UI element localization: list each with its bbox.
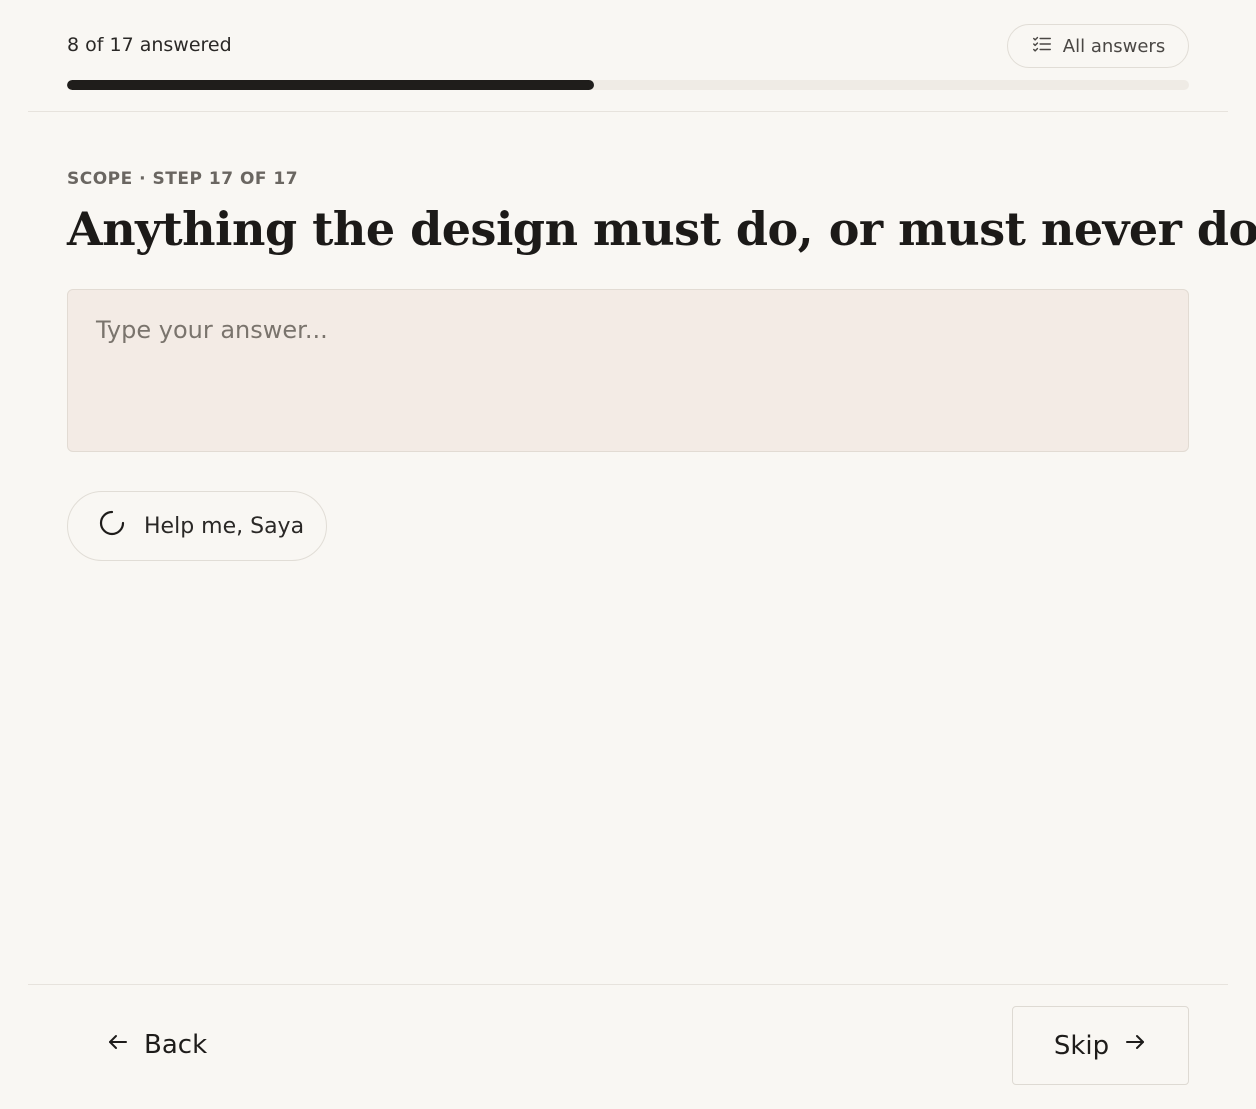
skip-button[interactable]: Skip	[1012, 1006, 1189, 1085]
back-button[interactable]: Back	[106, 1025, 207, 1065]
progress-label: 8 of 17 answered	[67, 34, 232, 56]
answer-textarea[interactable]	[67, 289, 1189, 452]
questionnaire-page: 8 of 17 answered All answers SCOPE · STE…	[0, 0, 1256, 1109]
arrow-left-icon	[106, 1030, 130, 1061]
checklist-icon	[1031, 33, 1053, 60]
progress-bar	[67, 80, 1189, 90]
help-me-label: Help me, Saya	[144, 513, 305, 539]
progress-fill	[67, 80, 595, 90]
footer: Back Skip	[28, 984, 1228, 1109]
header: 8 of 17 answered All answers	[28, 0, 1228, 112]
back-label: Back	[144, 1030, 208, 1060]
skip-label: Skip	[1053, 1030, 1110, 1061]
arrow-right-icon	[1123, 1030, 1147, 1061]
all-answers-button[interactable]: All answers	[1007, 24, 1189, 68]
all-answers-label: All answers	[1062, 35, 1166, 57]
step-label: SCOPE · STEP 17 OF 17	[67, 169, 299, 189]
help-me-button[interactable]: Help me, Saya	[67, 491, 327, 561]
spinner-icon	[98, 509, 126, 543]
question-title: Anything the design must do, or must nev…	[67, 202, 1256, 256]
